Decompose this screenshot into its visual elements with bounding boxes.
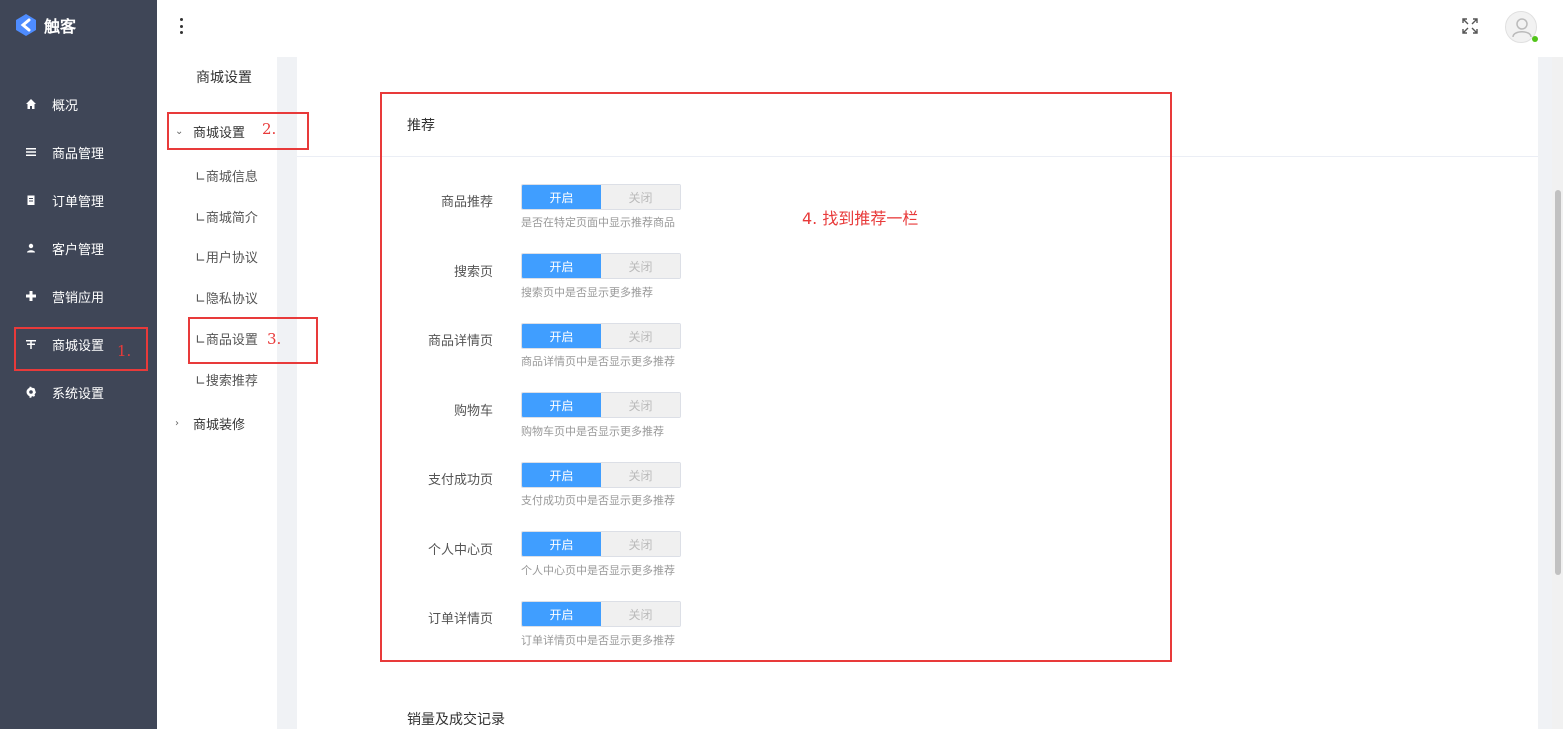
submenu: 商城设置 ⌄ 商城设置 ∟商城信息 ∟商城简介 ∟用户协议 ∟隐私协议 ∟商品设… (157, 57, 277, 729)
top-bar (157, 0, 1563, 57)
nav-item-overview[interactable]: 概况 (0, 80, 157, 128)
nav-label: 营销应用 (52, 290, 105, 306)
nav-item-customers[interactable]: 客户管理 (0, 224, 157, 272)
home-icon (24, 97, 38, 111)
submenu-item-shop-info[interactable]: ∟商城信息 (195, 166, 258, 185)
annotation-step1: 1. (117, 342, 132, 360)
more-menu-icon[interactable] (177, 18, 185, 34)
scrollbar[interactable] (1552, 57, 1563, 729)
annotation-box-step3 (188, 317, 318, 364)
annotation-step2: 2. (262, 120, 277, 138)
online-status-icon (1532, 36, 1538, 42)
scrollbar-thumb[interactable] (1555, 190, 1561, 575)
submenu-group-label: 商城装修 (193, 418, 246, 433)
nav-label: 概况 (52, 98, 79, 114)
annotation-step3: 3. (267, 330, 282, 348)
user-icon (24, 241, 38, 255)
annotation-box-step4 (380, 92, 1172, 662)
submenu-item-privacy[interactable]: ∟隐私协议 (195, 288, 258, 307)
logo-icon (14, 13, 38, 37)
annotation-step4: 4. 找到推荐一栏 (802, 209, 919, 228)
nav-label: 系统设置 (52, 386, 105, 402)
nav-label: 客户管理 (52, 242, 105, 258)
nav-item-marketing[interactable]: 营销应用 (0, 272, 157, 320)
submenu-item-search-recommend[interactable]: ∟搜索推荐 (195, 370, 258, 389)
nav-label: 订单管理 (52, 194, 105, 210)
gear-icon (24, 385, 38, 399)
nav-item-products[interactable]: 商品管理 (0, 128, 157, 176)
annotation-box-step2 (167, 112, 309, 150)
submenu-item-shop-intro[interactable]: ∟商城简介 (195, 207, 258, 226)
submenu-title: 商城设置 (196, 70, 252, 86)
section-title-sales-records: 销量及成交记录 (407, 712, 505, 728)
chevron-right-icon: › (175, 418, 179, 429)
submenu-item-user-agreement[interactable]: ∟用户协议 (195, 247, 258, 266)
nav-item-orders[interactable]: 订单管理 (0, 176, 157, 224)
nav-item-system-settings[interactable]: 系统设置 (0, 368, 157, 416)
submenu-group-decoration[interactable]: › 商城装修 (175, 414, 245, 433)
gamepad-icon (24, 289, 38, 303)
nav-label: 商品管理 (52, 146, 105, 162)
list-icon (24, 145, 38, 159)
logo-text: 触客 (44, 17, 77, 36)
clipboard-icon (24, 193, 38, 207)
logo[interactable]: 触客 (14, 11, 76, 39)
fullscreen-icon[interactable] (1462, 18, 1478, 34)
